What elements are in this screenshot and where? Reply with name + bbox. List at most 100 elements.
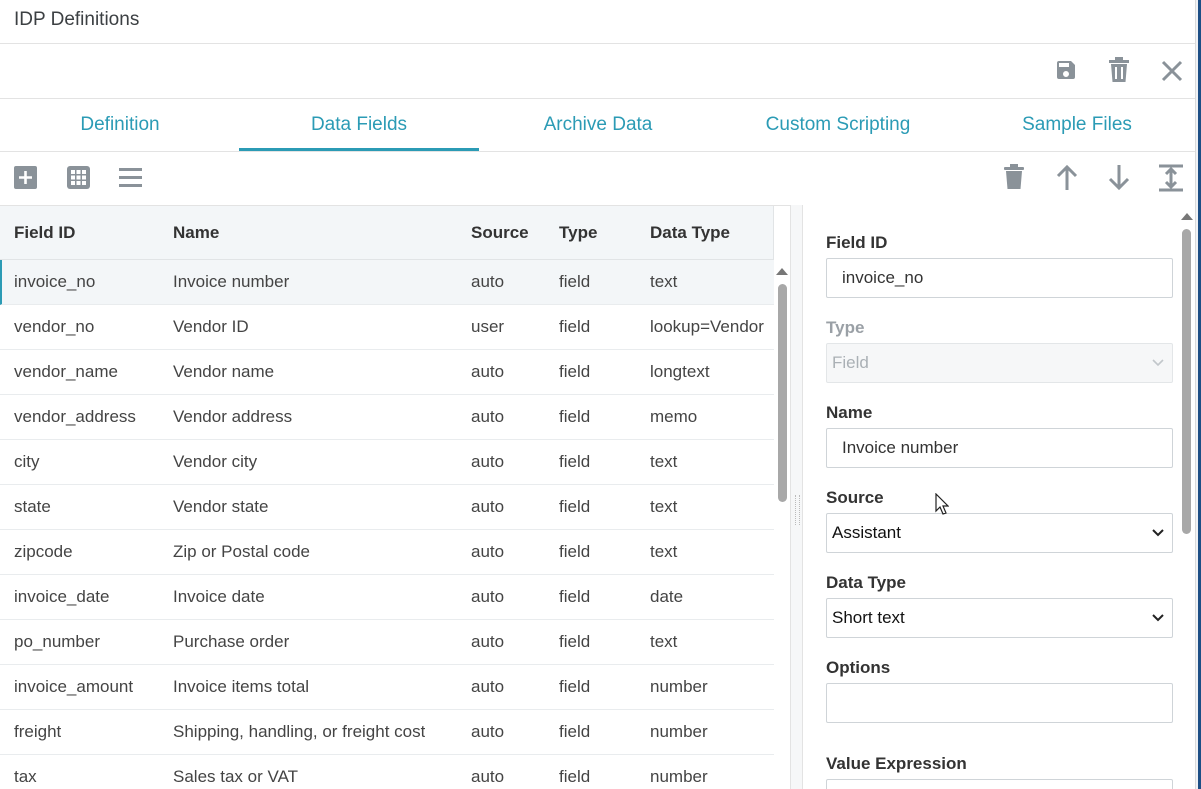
- tab-archive-data[interactable]: Archive Data: [478, 99, 718, 151]
- table-row[interactable]: invoice_amount Invoice items total auto fie…: [0, 665, 774, 710]
- cell-data-type: memo: [650, 407, 698, 426]
- grid-icon[interactable]: [67, 166, 90, 189]
- cell-field-id: invoice_date: [14, 587, 110, 606]
- cell-field-id: po_number: [14, 632, 101, 651]
- value-expression-label: Value Expression: [826, 754, 967, 773]
- table-row[interactable]: vendor_no Vendor ID user field lookup=Vendor: [0, 305, 774, 350]
- cell-type: field: [559, 767, 591, 786]
- data-type-label: Data Type: [826, 573, 906, 592]
- fit-height-icon[interactable]: [1159, 164, 1183, 192]
- column-header-data-type[interactable]: Data Type: [650, 206, 730, 260]
- cell-data-type: text: [650, 497, 678, 516]
- scroll-up-arrow-icon[interactable]: [1181, 213, 1193, 220]
- options-input[interactable]: [826, 683, 1173, 723]
- table-row[interactable]: vendor_name Vendor name auto field longtext: [0, 350, 774, 395]
- cell-type: field: [559, 272, 591, 291]
- cell-name: Zip or Postal code: [173, 542, 311, 561]
- panel-scrollbar[interactable]: [1178, 205, 1195, 789]
- column-header-field-id[interactable]: Field ID: [14, 206, 75, 260]
- tab-data-fields[interactable]: Data Fields: [239, 99, 479, 151]
- list-icon[interactable]: [119, 167, 142, 188]
- cell-type: field: [559, 407, 591, 426]
- cell-data-type: longtext: [650, 362, 710, 381]
- cell-data-type: text: [650, 542, 678, 561]
- scroll-up-arrow-icon[interactable]: [776, 268, 788, 275]
- panel-scroll-thumb[interactable]: [1182, 229, 1191, 534]
- field-detail-panel: Field ID invoice_no Type Field Name Invo…: [803, 205, 1195, 789]
- cell-name: Sales tax or VAT: [173, 767, 299, 786]
- cell-field-id: vendor_no: [14, 317, 95, 336]
- cell-field-id: tax: [14, 767, 37, 786]
- save-icon[interactable]: [1054, 58, 1078, 82]
- grid-scroll-thumb[interactable]: [778, 284, 787, 502]
- grid-scrollbar[interactable]: [774, 260, 790, 789]
- cell-field-id: vendor_name: [14, 362, 118, 381]
- name-input[interactable]: Invoice number: [826, 428, 1173, 468]
- column-header-name[interactable]: Name: [173, 206, 219, 260]
- table-row[interactable]: freight Shipping, handling, or freight co…: [0, 710, 774, 755]
- add-icon[interactable]: [14, 166, 37, 189]
- source-label: Source: [826, 488, 884, 507]
- cell-source: auto: [471, 767, 505, 786]
- cell-type: field: [559, 542, 591, 561]
- cell-name: Vendor state: [173, 497, 269, 516]
- cell-data-type: text: [650, 452, 678, 471]
- cell-source: auto: [471, 452, 505, 471]
- tab-bar: Definition Data Fields Archive Data Cust…: [0, 99, 1195, 152]
- cell-field-id: invoice_amount: [14, 677, 134, 696]
- type-select: Field: [826, 343, 1173, 383]
- field-id-label: Field ID: [826, 233, 888, 252]
- table-row[interactable]: po_number Purchase order auto field text: [0, 620, 774, 665]
- cell-source: auto: [471, 407, 505, 426]
- grid-toolbar: [0, 152, 1195, 205]
- cell-source: auto: [471, 587, 505, 606]
- table-row[interactable]: zipcode Zip or Postal code auto field text: [0, 530, 774, 575]
- table-row[interactable]: city Vendor city auto field text: [0, 440, 774, 485]
- cell-field-id: invoice_no: [14, 272, 96, 291]
- cell-source: auto: [471, 542, 505, 561]
- data-type-select-value: Short text: [832, 608, 905, 627]
- trash-icon[interactable]: [1003, 164, 1025, 190]
- cell-name: Vendor city: [173, 452, 258, 471]
- cell-field-id: freight: [14, 722, 62, 741]
- panel-splitter[interactable]: [790, 205, 803, 789]
- cell-source: auto: [471, 362, 505, 381]
- value-expression-input[interactable]: [826, 779, 1173, 789]
- chevron-down-icon: [1152, 599, 1164, 651]
- options-label: Options: [826, 658, 891, 677]
- cell-data-type: lookup=Vendor: [650, 317, 764, 336]
- column-header-source[interactable]: Source: [471, 206, 529, 260]
- type-label: Type: [826, 318, 865, 337]
- trash-icon[interactable]: [1107, 57, 1131, 83]
- arrow-up-icon[interactable]: [1056, 164, 1078, 191]
- cell-data-type: number: [650, 722, 708, 741]
- cell-data-type: text: [650, 272, 678, 291]
- table-row[interactable]: vendor_address Vendor address auto field mem…: [0, 395, 774, 440]
- cell-type: field: [559, 317, 591, 336]
- table-row[interactable]: tax Sales tax or VAT auto field number: [0, 755, 774, 789]
- table-row[interactable]: invoice_no Invoice number auto field text: [0, 260, 774, 305]
- chevron-down-icon: [1152, 514, 1164, 566]
- cell-source: auto: [471, 722, 505, 741]
- column-header-type[interactable]: Type: [559, 206, 597, 260]
- tab-sample-files[interactable]: Sample Files: [957, 99, 1197, 151]
- cell-type: field: [559, 587, 591, 606]
- table-row[interactable]: invoice_date Invoice date auto field date: [0, 575, 774, 620]
- cell-name: Vendor address: [173, 407, 293, 426]
- cell-data-type: date: [650, 587, 684, 606]
- data-fields-grid: Field ID Name Source Type Data Type invo…: [0, 205, 790, 789]
- tab-definition[interactable]: Definition: [0, 99, 240, 151]
- arrow-down-icon[interactable]: [1108, 164, 1130, 191]
- cell-source: auto: [471, 632, 505, 651]
- table-row[interactable]: state Vendor state auto field text: [0, 485, 774, 530]
- data-type-select[interactable]: Short text: [826, 598, 1173, 638]
- cell-data-type: number: [650, 677, 708, 696]
- field-id-input[interactable]: invoice_no: [826, 258, 1173, 298]
- close-icon[interactable]: [1161, 60, 1183, 82]
- window-title: IDP Definitions: [14, 9, 140, 30]
- cell-field-id: vendor_address: [14, 407, 136, 426]
- source-select[interactable]: Assistant: [826, 513, 1173, 553]
- cell-data-type: number: [650, 767, 708, 786]
- title-bar: IDP Definitions: [0, 0, 1195, 44]
- tab-custom-scripting[interactable]: Custom Scripting: [718, 99, 958, 151]
